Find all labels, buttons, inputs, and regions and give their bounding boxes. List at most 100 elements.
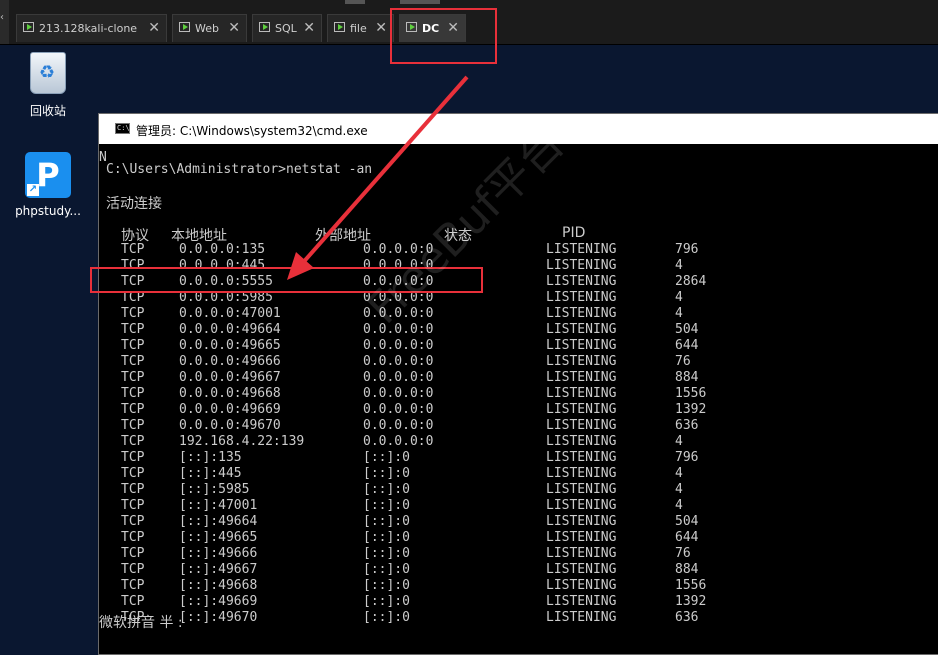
cell-local: [::]:49666 xyxy=(179,546,258,561)
cell-state: LISTENING xyxy=(546,482,617,497)
cell-local: 0.0.0.0:49669 xyxy=(179,402,281,417)
cmd-icon: C:\ xyxy=(115,123,130,134)
tab-label: file xyxy=(350,22,367,35)
cell-pid: 2864 xyxy=(675,274,707,289)
phpstudy-icon: P ↗ xyxy=(25,152,71,198)
table-row: TCP 192.168.4.22:139 0.0.0.0:0 LISTENING 4 xyxy=(99,434,938,450)
cell-state: LISTENING xyxy=(546,242,617,257)
tab-file[interactable]: file ✕ xyxy=(327,14,394,42)
vm-icon xyxy=(334,22,345,32)
close-icon[interactable]: ✕ xyxy=(375,20,387,36)
table-row: TCP 0.0.0.0:49667 0.0.0.0:0 LISTENING 884 xyxy=(99,370,938,386)
cell-state: LISTENING xyxy=(546,258,617,273)
cell-state: LISTENING xyxy=(546,562,617,577)
cell-pid: 4 xyxy=(675,258,683,273)
tab-sql[interactable]: SQL ✕ xyxy=(252,14,322,42)
cell-state: LISTENING xyxy=(546,322,617,337)
cell-pid: 644 xyxy=(675,338,699,353)
cell-foreign: 0.0.0.0:0 xyxy=(363,370,434,385)
desktop-icon-label: 回收站 xyxy=(29,104,66,118)
cell-state: LISTENING xyxy=(546,578,617,593)
table-row: TCP 0.0.0.0:49665 0.0.0.0:0 LISTENING 644 xyxy=(99,338,938,354)
tabstrip-left-edge[interactable]: ‹ xyxy=(0,0,9,44)
toolbar-stub xyxy=(400,0,440,4)
cell-foreign: [::]:0 xyxy=(363,578,410,593)
tab-kali-clone[interactable]: 213.128kali-clone ✕ xyxy=(16,14,167,42)
cell-local: 0.0.0.0:47001 xyxy=(179,306,281,321)
table-row: TCP [::]:5985 [::]:0 LISTENING 4 xyxy=(99,482,938,498)
cell-pid: 884 xyxy=(675,562,699,577)
cell-local: 0.0.0.0:49664 xyxy=(179,322,281,337)
cell-pid: 4 xyxy=(675,290,683,305)
vm-icon xyxy=(259,22,270,32)
cell-pid: 636 xyxy=(675,610,699,625)
cell-proto: TCP xyxy=(121,338,145,353)
cell-local: [::]:49664 xyxy=(179,514,258,529)
window-title: 管理员: C:\Windows\system32\cmd.exe xyxy=(136,124,368,138)
table-row: TCP 0.0.0.0:135 0.0.0.0:0 LISTENING 796 xyxy=(99,242,938,258)
recycle-bin-icon: ♻ xyxy=(30,52,66,94)
cell-proto: TCP xyxy=(121,418,145,433)
close-icon[interactable]: ✕ xyxy=(303,20,315,36)
cell-state: LISTENING xyxy=(546,466,617,481)
table-row: TCP [::]:49664 [::]:0 LISTENING 504 xyxy=(99,514,938,530)
close-icon[interactable]: ✕ xyxy=(228,20,240,36)
cell-foreign: 0.0.0.0:0 xyxy=(363,434,434,449)
cell-foreign: [::]:0 xyxy=(363,610,410,625)
cell-pid: 1392 xyxy=(675,402,707,417)
table-row: TCP 0.0.0.0:49668 0.0.0.0:0 LISTENING 1556 xyxy=(99,386,938,402)
cell-foreign: [::]:0 xyxy=(363,498,410,513)
table-row: TCP [::]:49668 [::]:0 LISTENING 1556 xyxy=(99,578,938,594)
cell-local: 0.0.0.0:49666 xyxy=(179,354,281,369)
cell-state: LISTENING xyxy=(546,498,617,513)
vm-icon xyxy=(23,22,34,32)
ime-status-partial: 微软拼音 半 : xyxy=(99,615,183,631)
cell-foreign: [::]:0 xyxy=(363,514,410,529)
cell-foreign: [::]:0 xyxy=(363,562,410,577)
cell-pid: 884 xyxy=(675,370,699,385)
cell-local: 0.0.0.0:135 xyxy=(179,242,266,257)
table-row: TCP [::]:445 [::]:0 LISTENING 4 xyxy=(99,466,938,482)
cell-pid: 4 xyxy=(675,434,683,449)
cell-state: LISTENING xyxy=(546,514,617,529)
table-row: TCP [::]:49667 [::]:0 LISTENING 884 xyxy=(99,562,938,578)
cell-foreign: 0.0.0.0:0 xyxy=(363,402,434,417)
cell-local: [::]:47001 xyxy=(179,498,258,513)
cell-pid: 76 xyxy=(675,354,691,369)
cell-proto: TCP xyxy=(121,386,145,401)
cell-local: [::]:135 xyxy=(179,450,242,465)
close-icon[interactable]: ✕ xyxy=(148,20,160,36)
cell-state: LISTENING xyxy=(546,370,617,385)
cell-proto: TCP xyxy=(121,306,145,321)
desktop-icon-recycle-bin[interactable]: ♻ 回收站 xyxy=(18,52,78,119)
cell-state: LISTENING xyxy=(546,546,617,561)
cell-foreign: [::]:0 xyxy=(363,466,410,481)
desktop-icon-phpstudy[interactable]: P ↗ phpstudy... xyxy=(14,152,82,218)
cell-local: 0.0.0.0:49670 xyxy=(179,418,281,433)
desktop-icon-label: phpstudy... xyxy=(15,204,81,218)
cell-state: LISTENING xyxy=(546,386,617,401)
cell-pid: 1556 xyxy=(675,386,707,401)
cell-proto: TCP xyxy=(121,498,145,513)
cell-local: [::]:49669 xyxy=(179,594,258,609)
cell-pid: 4 xyxy=(675,482,683,497)
cell-foreign: [::]:0 xyxy=(363,530,410,545)
table-header: 协议 本地地址 外部地址 状态 PID xyxy=(99,225,938,244)
cell-local: [::]:49670 xyxy=(179,610,258,625)
cell-pid: 796 xyxy=(675,242,699,257)
tab-web[interactable]: Web ✕ xyxy=(172,14,247,42)
cell-local: 0.0.0.0:49665 xyxy=(179,338,281,353)
table-row: TCP [::]:135 [::]:0 LISTENING 796 xyxy=(99,450,938,466)
cell-proto: TCP xyxy=(121,578,145,593)
cell-pid: 504 xyxy=(675,322,699,337)
cell-state: LISTENING xyxy=(546,610,617,625)
cell-state: LISTENING xyxy=(546,418,617,433)
cell-state: LISTENING xyxy=(546,450,617,465)
cell-local: [::]:49667 xyxy=(179,562,258,577)
cell-foreign: [::]:0 xyxy=(363,594,410,609)
console-output[interactable]: N C:\Users\Administrator>netstat -an 活动连… xyxy=(99,145,938,654)
table-row: TCP 0.0.0.0:49664 0.0.0.0:0 LISTENING 504 xyxy=(99,322,938,338)
tab-label: Web xyxy=(195,22,219,35)
table-row: TCP [::]:49665 [::]:0 LISTENING 644 xyxy=(99,530,938,546)
cell-pid: 4 xyxy=(675,498,683,513)
